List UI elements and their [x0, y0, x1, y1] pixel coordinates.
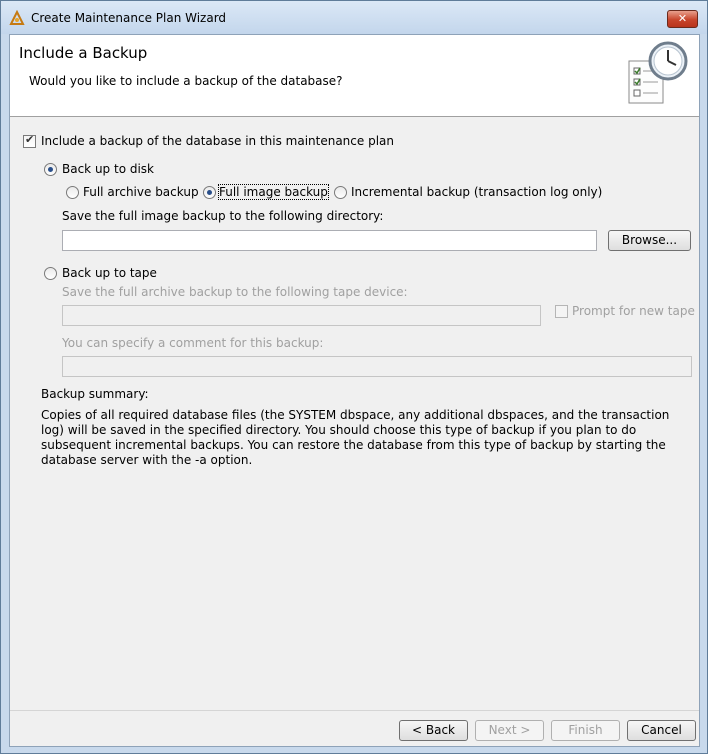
incremental-label[interactable]: Incremental backup (transaction log only… — [351, 185, 602, 199]
page-title: Include a Backup — [19, 44, 148, 62]
full-image-radio[interactable] — [203, 186, 216, 199]
tape-device-input[interactable] — [62, 305, 541, 326]
comment-label: You can specify a comment for this backu… — [62, 336, 324, 350]
wizard-icon — [9, 10, 25, 25]
browse-button[interactable]: Browse... — [608, 230, 691, 251]
backup-to-tape-radio[interactable] — [44, 267, 57, 280]
directory-label: Save the full image backup to the follow… — [62, 209, 384, 223]
backup-to-disk-radio[interactable] — [44, 163, 57, 176]
title-bar[interactable]: Create Maintenance Plan Wizard ✕ — [1, 1, 707, 34]
directory-input[interactable] — [62, 230, 597, 251]
clock-checklist-icon — [628, 41, 688, 104]
wizard-window: Create Maintenance Plan Wizard ✕ Include… — [0, 0, 708, 754]
full-archive-label[interactable]: Full archive backup — [83, 185, 199, 199]
incremental-radio[interactable] — [334, 186, 347, 199]
window-title: Create Maintenance Plan Wizard — [31, 11, 227, 25]
full-image-label[interactable]: Full image backup — [218, 184, 329, 200]
summary-heading: Backup summary: — [41, 387, 149, 401]
footer-divider — [10, 710, 699, 711]
prompt-new-tape-label[interactable]: Prompt for new tape — [572, 304, 695, 318]
wizard-page: Include a Backup Would you like to inclu… — [9, 34, 700, 747]
prompt-new-tape-checkbox[interactable] — [555, 305, 568, 318]
close-button[interactable]: ✕ — [667, 10, 698, 28]
finish-button[interactable]: Finish — [551, 720, 620, 741]
page-header: Include a Backup Would you like to inclu… — [10, 35, 699, 117]
comment-input[interactable] — [62, 356, 692, 377]
full-archive-radio[interactable] — [66, 186, 79, 199]
cancel-button[interactable]: Cancel — [627, 720, 696, 741]
next-button[interactable]: Next > — [475, 720, 544, 741]
page-subtitle: Would you like to include a backup of th… — [29, 74, 343, 88]
include-backup-label[interactable]: Include a backup of the database in this… — [41, 134, 394, 148]
tape-device-label: Save the full archive backup to the foll… — [62, 285, 408, 299]
back-button[interactable]: < Back — [399, 720, 468, 741]
backup-to-tape-label[interactable]: Back up to tape — [62, 266, 157, 280]
include-backup-checkbox[interactable] — [23, 133, 36, 148]
backup-to-disk-label[interactable]: Back up to disk — [62, 162, 154, 176]
summary-text: Copies of all required database files (t… — [41, 408, 670, 467]
